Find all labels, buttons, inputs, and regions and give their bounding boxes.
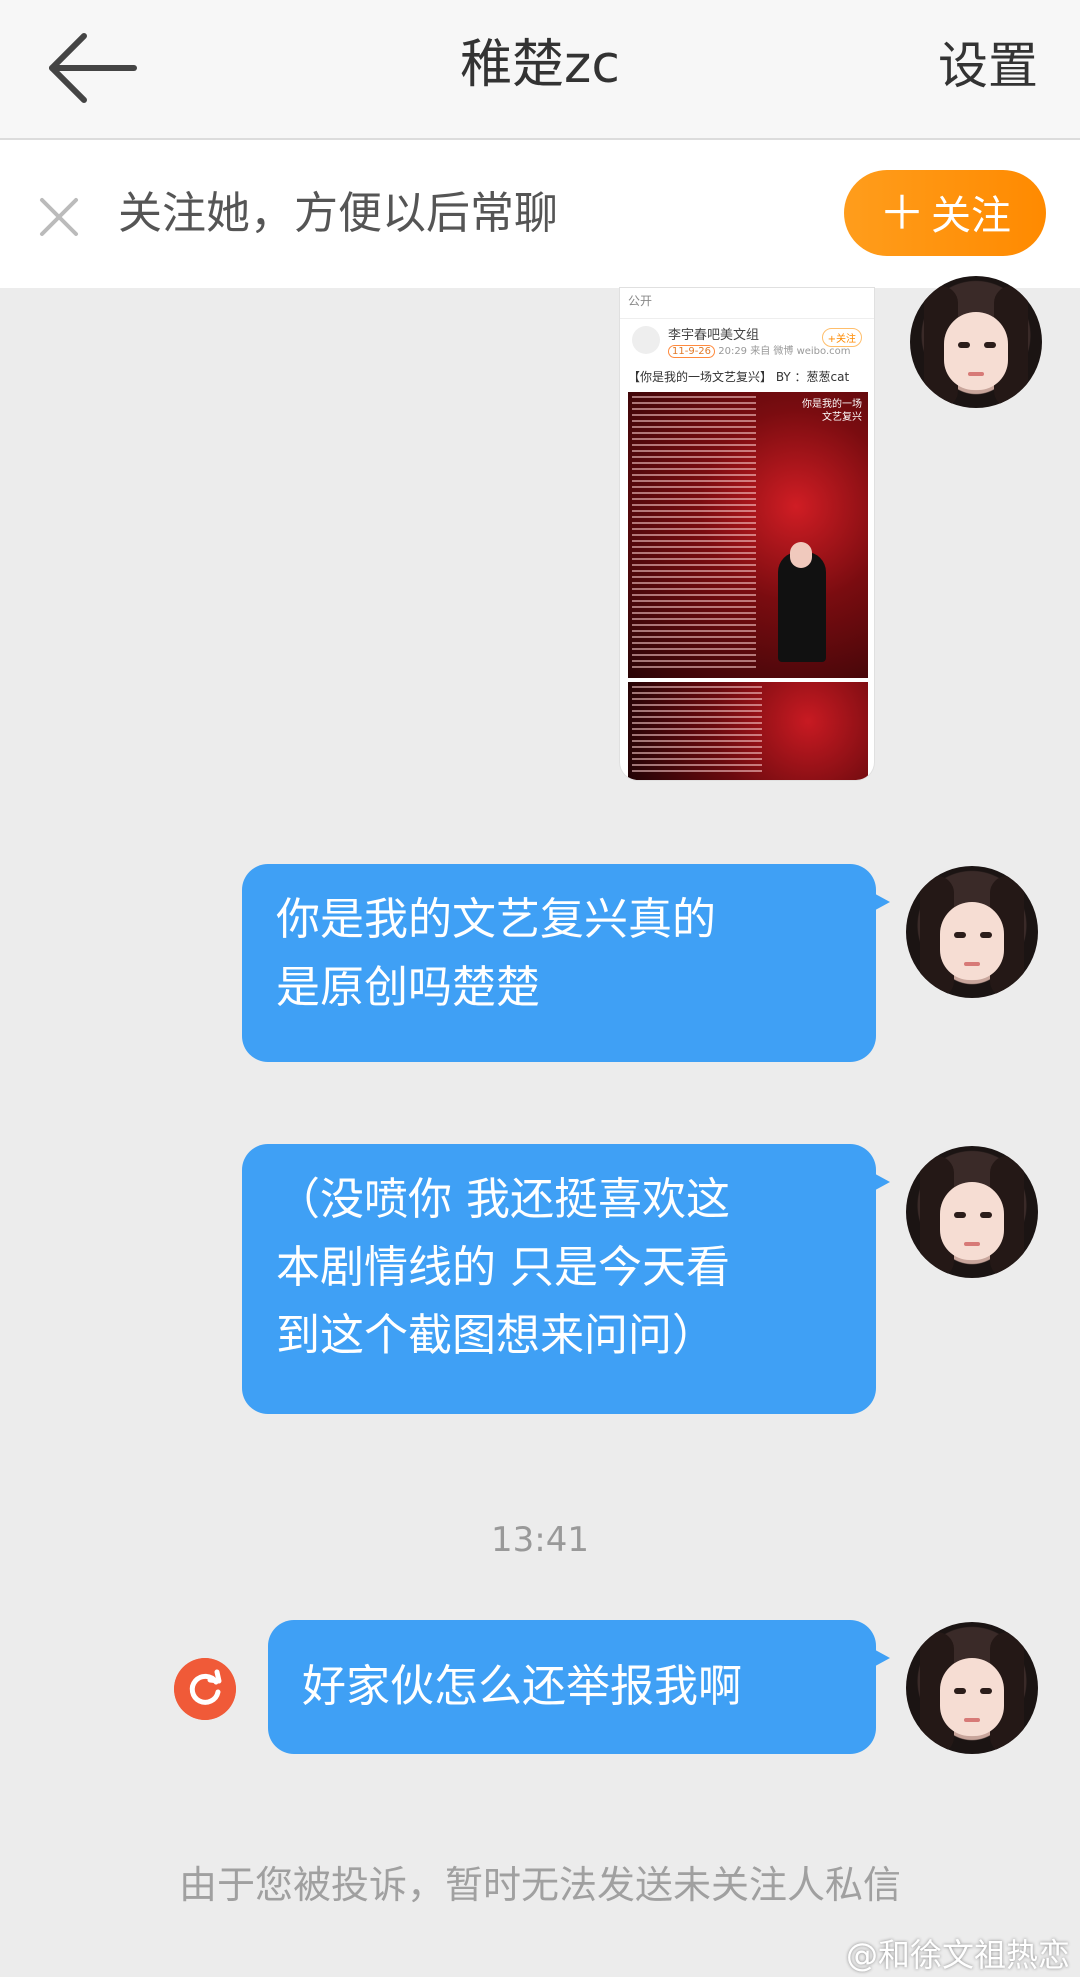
chat-title: 稚楚zc bbox=[460, 35, 620, 95]
avatar-face bbox=[940, 902, 1004, 980]
avatar-eye-left bbox=[958, 342, 970, 348]
post-caption: 【你是我的一场文艺复兴】 BY ：葱葱cat bbox=[628, 370, 850, 384]
follow-prompt-bar: 关注她，方便以后常聊 ＋关注 bbox=[0, 140, 1080, 288]
avatar-face bbox=[944, 312, 1008, 390]
top-bar: 稚楚zc 设置 bbox=[0, 0, 1080, 140]
post-meta: 11-9-26 20:29 来自 微博 weibo.com bbox=[668, 342, 851, 358]
post-image-2 bbox=[628, 682, 868, 780]
avatar[interactable] bbox=[906, 1146, 1038, 1278]
image-source-label: 公开 bbox=[620, 288, 874, 319]
avatar-mouth bbox=[964, 1718, 980, 1722]
image-message[interactable]: 公开 李宇春吧美文组 11-9-26 20:29 来自 微博 weibo.com… bbox=[620, 288, 874, 780]
plus-icon: ＋ bbox=[879, 186, 925, 240]
follow-button[interactable]: ＋关注 bbox=[844, 170, 1046, 256]
message-timestamp: 13:41 bbox=[491, 1520, 589, 1560]
image-post-header: 李宇春吧美文组 11-9-26 20:29 来自 微博 weibo.com +关… bbox=[632, 322, 864, 362]
close-icon[interactable] bbox=[36, 194, 82, 240]
message-bubble[interactable]: （没喷你 我还挺喜欢这 本剧情线的 只是今天看 到这个截图想来问问） bbox=[242, 1144, 890, 1414]
avatar[interactable] bbox=[906, 1622, 1038, 1754]
avatar-eye-right bbox=[984, 342, 996, 348]
post-image-title: 你是我的一场 文艺复兴 bbox=[802, 399, 862, 423]
avatar-eye-right bbox=[980, 1212, 992, 1218]
post-account-name: 李宇春吧美文组 bbox=[668, 328, 760, 343]
message-text: 你是我的文艺复兴真的 是原创吗楚楚 bbox=[276, 894, 716, 1013]
avatar-mouth bbox=[964, 962, 980, 966]
figure-shape bbox=[778, 552, 826, 662]
avatar-mouth bbox=[964, 1242, 980, 1246]
post-image-1: 你是我的一场 文艺复兴 bbox=[628, 392, 868, 678]
avatar-face bbox=[940, 1658, 1004, 1736]
avatar-face bbox=[940, 1182, 1004, 1260]
post-image-text-block bbox=[632, 396, 756, 672]
message-text: 好家伙怎么还举报我啊 bbox=[302, 1661, 742, 1712]
watermark: @和徐文祖热恋 bbox=[845, 1936, 1070, 1974]
message-bubble-failed[interactable]: 好家伙怎么还举报我啊 bbox=[268, 1620, 890, 1754]
avatar-mouth bbox=[968, 372, 984, 376]
follow-button-label: 关注 bbox=[931, 193, 1011, 239]
avatar-eye-left bbox=[954, 1212, 966, 1218]
avatar[interactable] bbox=[906, 866, 1038, 998]
post-avatar bbox=[632, 326, 660, 354]
avatar[interactable] bbox=[910, 276, 1042, 408]
message-text: （没喷你 我还挺喜欢这 本剧情线的 只是今天看 到这个截图想来问问） bbox=[276, 1174, 730, 1361]
avatar-eye-left bbox=[954, 1688, 966, 1694]
settings-button[interactable]: 设置 bbox=[938, 34, 1038, 98]
post-follow-label: +关注 bbox=[821, 328, 862, 347]
post-date: 11-9-26 bbox=[668, 345, 716, 358]
resend-icon[interactable] bbox=[174, 1658, 236, 1720]
message-bubble[interactable]: 你是我的文艺复兴真的 是原创吗楚楚 bbox=[242, 864, 890, 1062]
post-image-text-block-2 bbox=[632, 686, 762, 776]
avatar-eye-right bbox=[980, 1688, 992, 1694]
system-notice: 由于您被投诉，暂时无法发送未关注人私信 bbox=[178, 1863, 901, 1907]
avatar-eye-right bbox=[980, 932, 992, 938]
figure-face-shape bbox=[790, 542, 812, 568]
follow-prompt-text: 关注她，方便以后常聊 bbox=[118, 188, 558, 239]
post-time-source: 20:29 来自 微博 weibo.com bbox=[718, 346, 851, 357]
avatar-eye-left bbox=[954, 932, 966, 938]
